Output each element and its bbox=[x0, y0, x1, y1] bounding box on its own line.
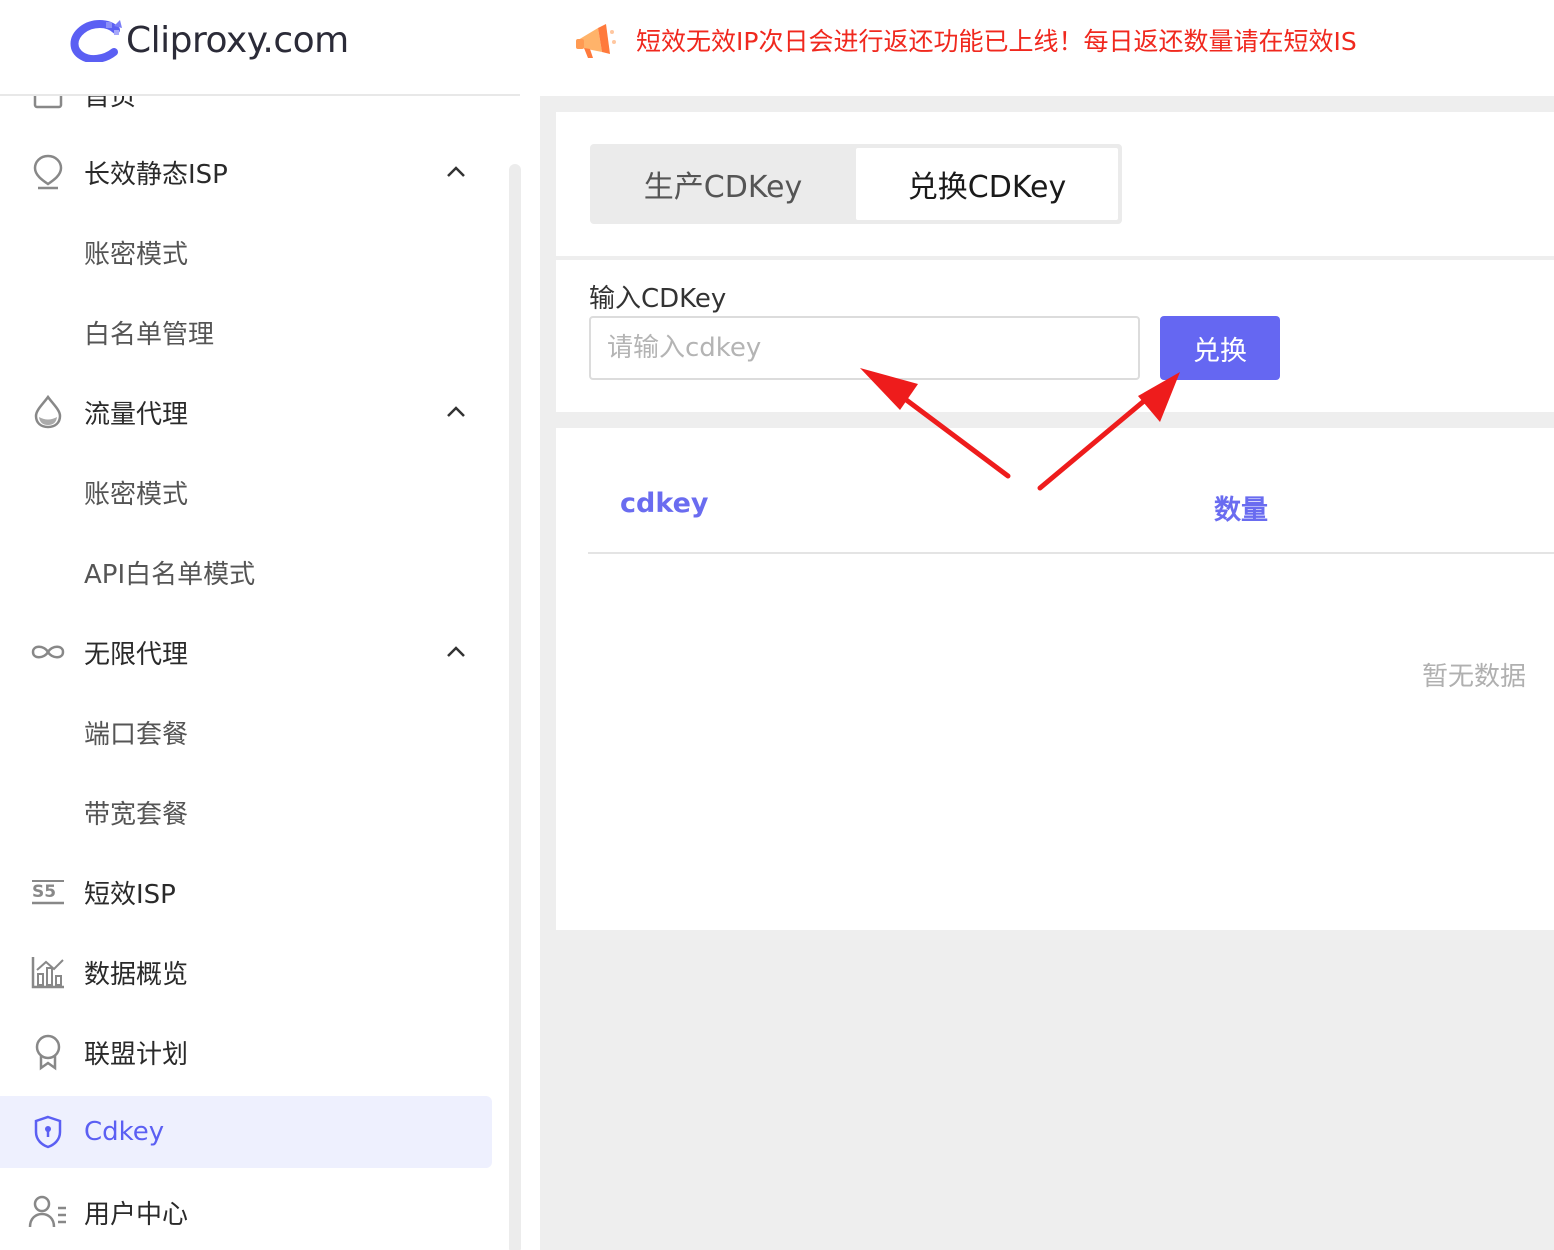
sidebar-item-home[interactable]: 首页 bbox=[0, 96, 492, 130]
sidebar-subitem-bandwidth-plan[interactable]: 带宽套餐 bbox=[0, 776, 492, 848]
sidebar-item-label: 白名单管理 bbox=[84, 319, 215, 350]
logo[interactable]: Cliproxy.com bbox=[68, 14, 349, 66]
infinity-icon bbox=[28, 632, 68, 672]
logo-text: Cliproxy.com bbox=[126, 19, 349, 61]
sidebar-item-label: 数据概览 bbox=[84, 959, 189, 990]
tab-generate-cdkey[interactable]: 生产CDKey bbox=[594, 148, 852, 220]
sidebar-item-label: API白名单模式 bbox=[84, 559, 256, 590]
main-content: 生产CDKey 兑换CDKey 输入CDKey 兑换 cdkey 数量 暂无数据 bbox=[540, 96, 1554, 1250]
sidebar-subitem-port-plan[interactable]: 端口套餐 bbox=[0, 696, 492, 768]
sidebar-subitem-traffic-account[interactable]: 账密模式 bbox=[0, 456, 492, 528]
sidebar-item-label: 首页 bbox=[84, 96, 137, 112]
ss-icon: S5 bbox=[28, 872, 68, 912]
sidebar-item-label: 带宽套餐 bbox=[84, 799, 189, 830]
svg-text:S5: S5 bbox=[32, 882, 56, 902]
user-icon bbox=[28, 1192, 68, 1232]
megaphone-icon bbox=[576, 24, 616, 58]
redeem-form: 输入CDKey 兑换 bbox=[556, 260, 1554, 412]
sidebar-item-label: 账密模式 bbox=[84, 479, 189, 510]
cdkey-input-label: 输入CDKey bbox=[589, 284, 727, 314]
sidebar-item-label: 无限代理 bbox=[84, 639, 189, 670]
chevron-up-icon bbox=[447, 646, 465, 657]
sidebar-item-user-center[interactable]: 用户中心 bbox=[0, 1176, 492, 1248]
tab-card: 生产CDKey 兑换CDKey bbox=[556, 112, 1554, 256]
sidebar-item-traffic-proxy[interactable]: 流量代理 bbox=[0, 376, 492, 448]
sidebar-item-label: 账密模式 bbox=[84, 239, 189, 270]
sidebar-subitem-whitelist[interactable]: 白名单管理 bbox=[0, 296, 492, 368]
sidebar-item-affiliate[interactable]: 联盟计划 bbox=[0, 1016, 492, 1088]
sidebar-item-label: 联盟计划 bbox=[84, 1039, 189, 1070]
sidebar-item-label: Cdkey bbox=[84, 1117, 165, 1147]
chevron-up-icon bbox=[447, 166, 465, 177]
sidebar-subitem-static-account[interactable]: 账密模式 bbox=[0, 216, 492, 288]
announcement-bar[interactable]: 短效无效IP次日会进行返还功能已上线！每日返还数量请在短效IS bbox=[572, 18, 1434, 62]
announcement-text: 短效无效IP次日会进行返还功能已上线！每日返还数量请在短效IS bbox=[636, 27, 1357, 56]
chevron-up-icon bbox=[447, 406, 465, 417]
logo-mark-icon bbox=[70, 20, 122, 62]
sidebar: 首页 长效静态ISP 账密模式 白名单管理 流量代理 账密模式 API白名单模式… bbox=[0, 96, 540, 1250]
sidebar-item-cdkey[interactable]: Cdkey bbox=[0, 1096, 492, 1168]
sidebar-item-label: 端口套餐 bbox=[84, 719, 189, 750]
chart-icon bbox=[28, 952, 68, 992]
cdkey-tabs: 生产CDKey 兑换CDKey bbox=[590, 144, 1122, 224]
sidebar-item-static-isp[interactable]: 长效静态ISP bbox=[0, 136, 492, 208]
home-icon bbox=[28, 96, 68, 114]
empty-state-text: 暂无数据 bbox=[1422, 662, 1527, 692]
top-header: Cliproxy.com 短效无效IP次日会进行返还功能已上线！每日返还数量请在… bbox=[0, 0, 1554, 96]
shield-icon bbox=[28, 1112, 68, 1152]
sidebar-item-label: 流量代理 bbox=[84, 399, 189, 430]
sidebar-item-unlimited-proxy[interactable]: 无限代理 bbox=[0, 616, 492, 688]
sidebar-item-label: 用户中心 bbox=[84, 1199, 189, 1230]
redeem-button[interactable]: 兑换 bbox=[1160, 316, 1280, 380]
column-header-cdkey: cdkey bbox=[620, 488, 709, 519]
column-header-quantity: 数量 bbox=[1214, 495, 1268, 526]
cdkey-input[interactable] bbox=[589, 316, 1140, 380]
location-pin-icon bbox=[28, 152, 68, 192]
cdkey-table: cdkey 数量 暂无数据 bbox=[556, 428, 1554, 930]
table-header-divider bbox=[588, 552, 1554, 554]
sidebar-scrollbar[interactable] bbox=[509, 164, 521, 1250]
sidebar-subitem-api-whitelist[interactable]: API白名单模式 bbox=[0, 536, 492, 608]
sidebar-item-short-isp[interactable]: S5 短效ISP bbox=[0, 856, 492, 928]
sidebar-item-label: 长效静态ISP bbox=[84, 159, 228, 190]
droplet-icon bbox=[28, 392, 68, 432]
sidebar-item-data-overview[interactable]: 数据概览 bbox=[0, 936, 492, 1008]
award-icon bbox=[28, 1032, 68, 1072]
tab-redeem-cdkey[interactable]: 兑换CDKey bbox=[856, 148, 1118, 220]
sidebar-item-label: 短效ISP bbox=[84, 879, 176, 910]
